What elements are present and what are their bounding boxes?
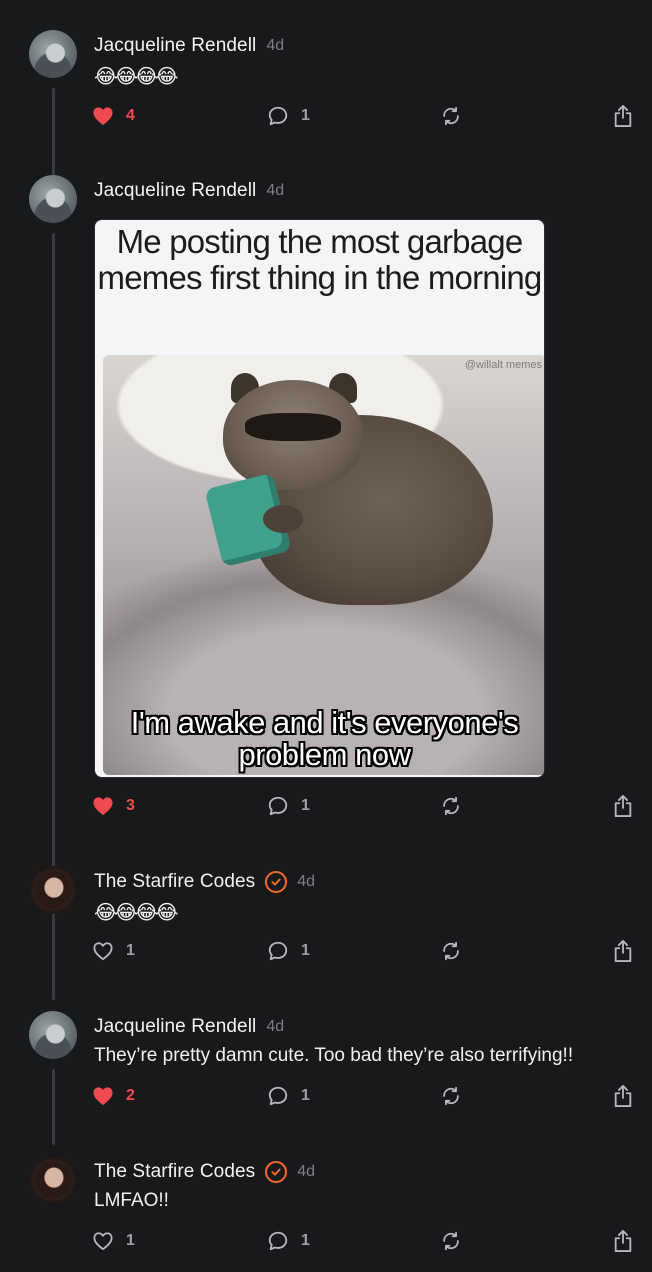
share-icon — [614, 104, 632, 127]
like-count: 3 — [126, 797, 135, 814]
share-button[interactable] — [612, 791, 634, 821]
repost-icon — [443, 106, 459, 126]
meme-watermark: @willalt memes — [464, 359, 542, 371]
raccoon-photo: @willalt memes I'm awake and it's everyo… — [103, 355, 544, 775]
comment-icon — [268, 796, 288, 816]
heart-filled-icon — [93, 797, 113, 816]
action-bar: 1 1 — [92, 1226, 637, 1256]
repost-icon — [443, 796, 459, 816]
reply-count: 1 — [301, 107, 310, 124]
post-time: 4d — [297, 873, 316, 890]
reply-count: 1 — [301, 797, 310, 814]
share-icon — [614, 1084, 632, 1107]
meme-top-caption: Me posting the most garbage memes first … — [97, 223, 543, 296]
reply-button[interactable]: 1 — [267, 101, 310, 131]
repost-button[interactable] — [440, 1081, 462, 1111]
post-text: 😂😂😂😂 — [94, 64, 179, 88]
author-name[interactable]: The Starfire Codes — [94, 871, 255, 893]
repost-button[interactable] — [440, 101, 462, 131]
share-icon — [614, 795, 632, 817]
avatar[interactable] — [29, 1011, 77, 1059]
heart-filled-icon — [93, 107, 113, 126]
author-name[interactable]: Jacqueline Rendell — [94, 35, 256, 57]
post-time: 4d — [266, 1018, 285, 1035]
action-bar: 2 1 — [92, 1081, 637, 1111]
thread-line — [52, 924, 55, 1000]
like-count: 4 — [126, 107, 135, 124]
share-button[interactable] — [612, 936, 634, 966]
author-name[interactable]: The Starfire Codes — [94, 1161, 255, 1183]
share-button[interactable] — [612, 101, 634, 131]
repost-icon — [443, 1231, 459, 1251]
author-name[interactable]: Jacqueline Rendell — [94, 180, 256, 202]
reply-button[interactable]: 1 — [267, 1226, 310, 1256]
heart-filled-icon — [93, 1087, 113, 1106]
post-text: They’re pretty damn cute. Too bad they’r… — [94, 1045, 574, 1066]
avatar[interactable] — [29, 866, 77, 914]
verified-badge-icon — [265, 1161, 288, 1183]
raccoon-mask — [245, 413, 341, 441]
reply-count: 1 — [301, 942, 310, 959]
comment-icon — [268, 1086, 288, 1106]
avatar[interactable] — [29, 1156, 77, 1204]
post-text: LMFAO!! — [94, 1190, 169, 1211]
repost-icon — [443, 941, 459, 961]
heart-icon — [93, 942, 113, 961]
meme-image[interactable]: Me posting the most garbage memes first … — [94, 219, 545, 778]
comment-icon — [268, 1231, 288, 1251]
repost-button[interactable] — [440, 936, 462, 966]
like-button[interactable]: 1 — [92, 1226, 135, 1256]
like-button[interactable]: 4 — [92, 101, 135, 131]
post-time: 4d — [266, 37, 285, 54]
reply-count: 1 — [301, 1232, 310, 1249]
share-button[interactable] — [612, 1226, 634, 1256]
repost-button[interactable] — [440, 791, 462, 821]
action-bar: 3 1 — [92, 791, 637, 821]
share-icon — [614, 940, 632, 962]
heart-icon — [93, 1232, 113, 1251]
author-name[interactable]: Jacqueline Rendell — [94, 1016, 256, 1038]
comment-icon — [268, 941, 288, 961]
like-button[interactable]: 3 — [92, 791, 135, 821]
avatar[interactable] — [29, 30, 77, 78]
repost-icon — [443, 1086, 459, 1106]
post-time: 4d — [266, 182, 285, 199]
reply-count: 1 — [301, 1087, 310, 1104]
post-text: 😂😂😂😂 — [94, 900, 179, 924]
reply-button[interactable]: 1 — [267, 1081, 310, 1111]
repost-button[interactable] — [440, 1226, 462, 1256]
comment-icon — [268, 106, 288, 126]
reply-button[interactable]: 1 — [267, 791, 310, 821]
reply-button[interactable]: 1 — [267, 936, 310, 966]
like-count: 2 — [126, 1087, 135, 1104]
like-button[interactable]: 2 — [92, 1081, 135, 1111]
action-bar: 4 1 — [92, 101, 637, 131]
raccoon-paw — [263, 505, 303, 533]
thread-line — [52, 1069, 55, 1145]
share-button[interactable] — [612, 1081, 634, 1111]
avatar[interactable] — [29, 175, 77, 223]
share-icon — [614, 1229, 632, 1252]
thread-feed: Jacqueline Rendell 4d 😂😂😂😂 4 1 Jacquelin… — [0, 0, 652, 1272]
verified-badge-icon — [265, 871, 288, 893]
like-button[interactable]: 1 — [92, 936, 135, 966]
post-time: 4d — [297, 1163, 316, 1180]
like-count: 1 — [126, 1232, 135, 1249]
action-bar: 1 1 — [92, 936, 637, 966]
meme-bottom-caption: I'm awake and it's everyone's problem no… — [130, 705, 519, 772]
like-count: 1 — [126, 942, 135, 959]
